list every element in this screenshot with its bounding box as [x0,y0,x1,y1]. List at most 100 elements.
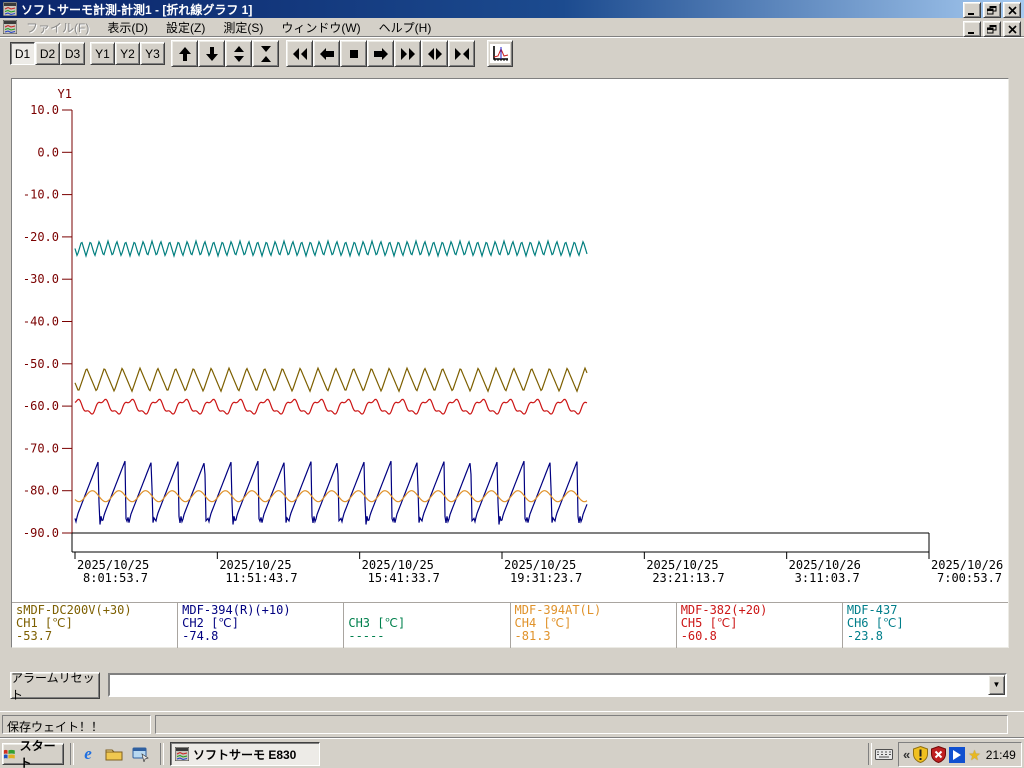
star-tray-icon[interactable]: ★ [968,748,981,762]
alarm-combobox-dropdown-button[interactable]: ▼ [988,675,1005,695]
y3-button[interactable]: Y3 [140,42,165,65]
mdi-child-icon[interactable] [3,20,17,34]
series-ch6 [75,241,587,256]
svg-text:10.0: 10.0 [30,103,59,117]
channel-value: -23.8 [847,630,1004,643]
graph-icon [490,44,510,63]
svg-text:23:21:13.7: 23:21:13.7 [652,571,724,585]
windows-logo-icon [3,747,17,761]
stop-icon [345,45,363,63]
svg-text:2025/10/26: 2025/10/26 [931,558,1003,572]
taskbar-separator [160,743,164,765]
channel-cell-ch2: MDF-394(R)(+10) CH2 [℃] -74.8 [178,603,344,648]
title-bar: ソフトサーモ計測-計測1 - [折れ線グラフ 1] [0,0,1024,18]
svg-text:3:11:03.7: 3:11:03.7 [795,571,860,585]
expand-vertical-button[interactable] [225,40,252,67]
arrow-left-icon [318,45,336,63]
taskbar: スタート e [0,738,1024,768]
y1-button[interactable]: Y1 [90,42,115,65]
channel-value: ----- [348,630,505,643]
close-button[interactable] [1003,2,1021,18]
menu-help[interactable]: ヘルプ(H) [370,17,441,38]
y2-button[interactable]: Y2 [115,42,140,65]
channel-value: -53.7 [16,630,173,643]
mdi-minimize-button[interactable] [963,21,981,37]
menu-bar: ファイル(F) 表示(D) 設定(Z) 測定(S) ウィンドウ(W) ヘルプ(H… [0,18,1024,37]
mdi-restore-button[interactable] [983,21,1001,37]
menu-file[interactable]: ファイル(F) [17,17,98,38]
d3-button[interactable]: D3 [60,42,85,65]
svg-text:11:51:43.7: 11:51:43.7 [225,571,297,585]
alarm-combobox[interactable]: ▼ [108,673,1007,697]
alarm-reset-button[interactable]: アラームリセット [10,672,100,699]
svg-text:Y1: Y1 [58,87,72,101]
scroll-down-button[interactable] [198,40,225,67]
stop-button[interactable] [340,40,367,67]
channel-cell-ch5: MDF-382(+20) CH5 [℃] -60.8 [677,603,843,648]
channel-value: -81.3 [515,630,672,643]
svg-text:7:00:53.7: 7:00:53.7 [937,571,1002,585]
series-ch2 [75,461,587,524]
menu-window[interactable]: ウィンドウ(W) [272,17,369,38]
compress-horizontal-icon [453,45,471,63]
scroll-up-button[interactable] [171,40,198,67]
fast-forward-button[interactable] [394,40,421,67]
svg-text:2025/10/25: 2025/10/25 [219,558,291,572]
keyboard-tray-icon[interactable] [874,744,894,764]
start-button[interactable]: スタート [2,743,64,765]
step-right-button[interactable] [367,40,394,67]
channel-cell-ch3: CH3 [℃] ----- [344,603,510,648]
line-chart: Y110.00.0-10.0-20.0-30.0-40.0-50.0-60.0-… [14,81,1006,601]
graph-panel: Y110.00.0-10.0-20.0-30.0-40.0-50.0-60.0-… [11,78,1009,648]
toolbar: D1 D2 D3 Y1 Y2 Y3 [0,37,1024,71]
series-ch5 [75,399,587,414]
svg-text:0.0: 0.0 [37,145,59,159]
app-icon [175,747,189,761]
minimize-button[interactable] [963,2,981,18]
step-left-button[interactable] [313,40,340,67]
restore-button[interactable] [983,2,1001,18]
arrow-right-icon [372,45,390,63]
media-player-tray-icon[interactable] [949,747,965,763]
channel-legend: sMDF-DC200V(+30) CH1 [℃] -53.7 MDF-394(R… [12,602,1008,648]
svg-text:2025/10/25: 2025/10/25 [504,558,576,572]
menu-settings[interactable]: 設定(Z) [157,17,214,38]
taskbar-separator [70,743,74,765]
security-alert-shield-icon[interactable] [931,746,946,763]
compress-horizontal-button[interactable] [448,40,475,67]
desktop: ソフトサーモ計測-計測1 - [折れ線グラフ 1] ファイル( [0,0,1024,768]
menu-measure[interactable]: 測定(S) [214,17,272,38]
compress-vertical-button[interactable] [252,40,279,67]
svg-text:2025/10/25: 2025/10/25 [77,558,149,572]
d2-button[interactable]: D2 [35,42,60,65]
tray-expand-icon[interactable]: « [903,747,910,762]
svg-text:2025/10/26: 2025/10/26 [789,558,861,572]
close-icon [1008,6,1017,15]
svg-text:-50.0: -50.0 [23,357,59,371]
minimize-icon [967,6,977,15]
mdi-close-button[interactable] [1003,21,1021,37]
d1-button[interactable]: D1 [10,42,35,65]
quick-launch-ie-icon[interactable]: e [78,744,98,764]
status-panel-2 [155,715,1008,734]
app-icon [3,2,17,16]
chevron-down-icon: ▼ [993,681,1001,689]
graph-settings-button[interactable] [487,40,513,67]
task-button-softthermo[interactable]: ソフトサーモ E830 [170,742,320,766]
compress-vertical-icon [257,45,275,63]
channel-cell-ch1: sMDF-DC200V(+30) CH1 [℃] -53.7 [12,603,178,648]
expand-horizontal-icon [426,45,444,63]
expand-horizontal-button[interactable] [421,40,448,67]
taskbar-separator [868,743,872,765]
svg-text:8:01:53.7: 8:01:53.7 [83,571,148,585]
quick-launch-folder-icon[interactable] [104,744,124,764]
svg-text:-70.0: -70.0 [23,441,59,455]
double-left-icon [291,45,309,63]
security-warning-shield-icon[interactable] [913,746,928,763]
quick-launch-desktop-icon[interactable] [130,744,150,764]
expand-vertical-icon [230,45,248,63]
task-label: ソフトサーモ E830 [193,746,296,763]
rewind-button[interactable] [286,40,313,67]
menu-view[interactable]: 表示(D) [98,17,157,38]
tray-clock: 21:49 [986,748,1016,762]
